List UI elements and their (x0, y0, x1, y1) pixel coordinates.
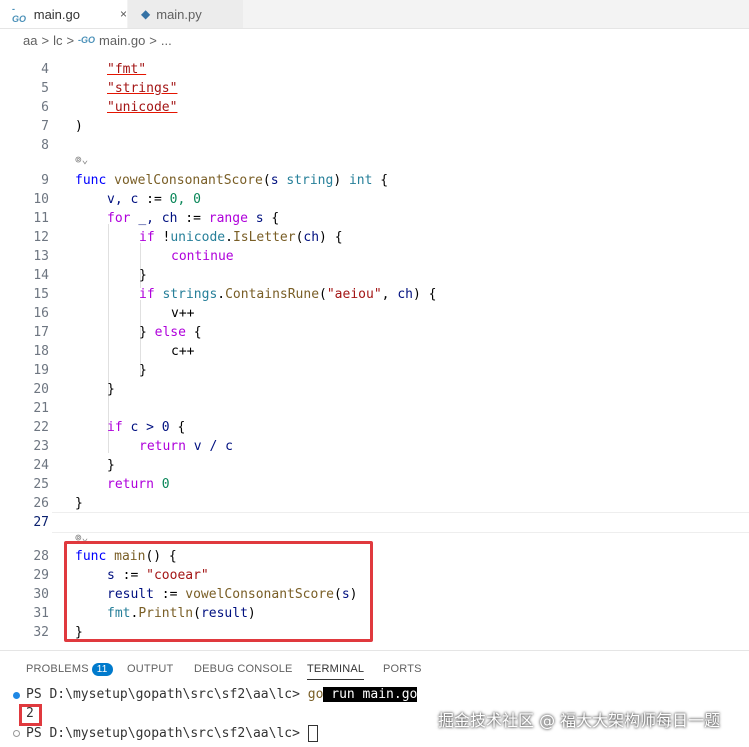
watermark: 掘金技术社区 @ 福大大架构师每日一题 (438, 711, 721, 730)
python-file-icon: ◆ (141, 7, 151, 21)
code-line-13: 13 continue (33, 249, 234, 264)
tab-label: main.py (156, 6, 202, 22)
code-line-20: 20 } (33, 382, 115, 397)
code-line-9: 9 func vowelConsonantScore(s string) int… (41, 173, 389, 188)
code-line-24: 24 } (33, 458, 115, 473)
code-line-14: 14 } (33, 268, 147, 283)
breadcrumb-item-file[interactable]: main.go (99, 33, 145, 48)
breadcrumb-item-aa[interactable]: aa (23, 33, 37, 48)
code-line-10: 10 v, c := 0, 0 (33, 192, 201, 207)
code-line-7: 7 ) (41, 119, 83, 134)
terminal-line-prompt[interactable]: PS D:\mysetup\gopath\src\sf2\aa\lc> (26, 725, 318, 742)
tab-output[interactable]: OUTPUT (127, 663, 173, 675)
code-line-11: 11 for _, ch := range s { (33, 211, 280, 226)
go-file-icon: -GO (78, 35, 96, 45)
code-line-27: 27 (33, 515, 49, 530)
tab-terminal[interactable]: TERMINAL (307, 663, 365, 680)
breadcrumb-item-lc[interactable]: lc (53, 33, 62, 48)
code-line-17: 17 } else { (33, 325, 202, 340)
command-success-dot (13, 692, 20, 699)
breadcrumb-item-symbols[interactable]: ... (161, 33, 172, 48)
code-line-4: 4 "fmt" (41, 62, 147, 77)
tab-main-py[interactable]: ◆ main.py (128, 0, 243, 28)
tab-problems[interactable]: PROBLEMS 11 (26, 663, 113, 676)
code-line-12: 12 if !unicode.IsLetter(ch) { (33, 230, 343, 245)
code-line-18: 18 c++ (33, 344, 195, 359)
code-line-19: 19 } (33, 363, 147, 378)
code-line-22: 22 if c > 0 { (33, 420, 186, 435)
code-line-5: 5 "strings" (41, 81, 178, 96)
editor-tab-bar: -GO main.go × ◆ main.py (0, 0, 749, 29)
tab-label: main.go (33, 6, 80, 22)
chevron-right-icon: > (66, 32, 75, 48)
highlight-box-output (19, 704, 42, 726)
problems-count-badge: 11 (91, 663, 113, 676)
code-line-23: 23 return v / c (33, 439, 233, 454)
code-lens-icon[interactable]: ⊚⌄ (75, 153, 88, 166)
chevron-right-icon: > (149, 32, 157, 48)
terminal-cursor (307, 725, 318, 742)
chevron-right-icon: > (41, 32, 50, 48)
highlight-box-main (64, 541, 373, 642)
go-file-icon: -GO (12, 4, 27, 24)
code-line-26: 26 } (33, 496, 83, 511)
tab-debug-console[interactable]: DEBUG CONSOLE (194, 663, 293, 675)
code-line-16: 16 v++ (33, 306, 195, 321)
command-idle-dot (13, 730, 20, 737)
code-line-21: 21 (33, 401, 49, 416)
terminal-line-command: PS D:\mysetup\gopath\src\sf2\aa\lc> go r… (26, 687, 418, 702)
code-line-25: 25 return 0 (33, 477, 170, 492)
code-line-6: 6 "unicode" (41, 100, 178, 115)
tab-main-go[interactable]: -GO main.go × (0, 0, 127, 28)
breadcrumb: aa > lc > -GO main.go > ... (0, 29, 749, 51)
close-icon[interactable]: × (120, 7, 127, 21)
code-line-15: 15 if strings.ContainsRune("aeiou", ch) … (33, 287, 437, 302)
code-line-8: 8 (41, 138, 49, 153)
tab-ports[interactable]: PORTS (383, 663, 422, 675)
